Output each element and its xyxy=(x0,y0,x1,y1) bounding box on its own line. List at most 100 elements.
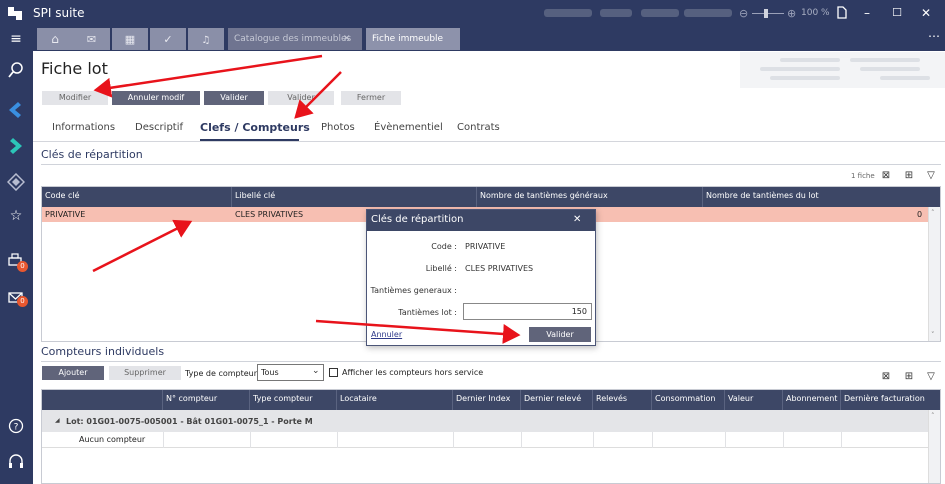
cles-dialog: Clés de répartition ✕ Code : PRIVATIVE L… xyxy=(366,209,596,346)
col-dernier-releve[interactable]: Dernier relevé xyxy=(521,390,593,410)
hors-service-checkbox[interactable] xyxy=(329,368,338,377)
add-row-icon[interactable]: ⊞ xyxy=(903,371,915,382)
tab-informations[interactable]: Informations xyxy=(52,122,115,133)
dialog-valider-button[interactable]: Valider xyxy=(529,327,591,342)
type-compteur-label: Type de compteur : xyxy=(185,369,263,378)
app-name: SPI suite xyxy=(33,6,85,20)
col-dernier-index[interactable]: Dernier Index xyxy=(453,390,521,410)
search-icon[interactable] xyxy=(7,61,25,79)
filter-icon[interactable]: ▽ xyxy=(925,371,937,382)
favorites-star-icon[interactable]: ☆ xyxy=(7,207,25,225)
col-numero[interactable]: N° compteur xyxy=(163,390,250,410)
zoom-slider-thumb[interactable] xyxy=(764,9,768,18)
col-abonnement[interactable]: Abonnement xyxy=(783,390,841,410)
col-locataire[interactable]: Locataire xyxy=(337,390,453,410)
left-nav: ≡ ☆ 0 0 ? xyxy=(0,27,33,484)
module-right-icon[interactable] xyxy=(7,137,25,155)
tabs-divider xyxy=(33,141,945,142)
page-title: Fiche lot xyxy=(41,59,108,78)
col-releves[interactable]: Relevés xyxy=(593,390,652,410)
tab-descriptif[interactable]: Descriptif xyxy=(135,122,183,133)
col-valeur[interactable]: Valeur xyxy=(725,390,783,410)
document-icon[interactable] xyxy=(837,6,847,19)
blurred-user-info xyxy=(544,9,592,17)
module-left-icon[interactable] xyxy=(7,101,25,119)
collapse-icon[interactable]: ◢ xyxy=(55,417,60,424)
compteurs-section-title: Compteurs individuels xyxy=(41,345,165,358)
close-window-button[interactable]: ✕ xyxy=(916,4,936,22)
tantiemes-lot-input[interactable]: 150 xyxy=(463,303,592,320)
zoom-out-icon[interactable]: ⊖ xyxy=(739,7,748,20)
support-headset-icon[interactable] xyxy=(7,453,25,471)
bell-icon: ♫ xyxy=(201,35,211,46)
cles-scrollbar[interactable]: ˄ ˅ xyxy=(928,207,940,341)
cles-grid-header: Code clé Libellé clé Nombre de tantièmes… xyxy=(42,187,940,207)
tab-notifications[interactable]: ♫ xyxy=(188,28,224,50)
tab-contrats[interactable]: Contrats xyxy=(457,122,500,133)
tab-clefs-compteurs[interactable]: Clefs / Compteurs xyxy=(200,121,310,134)
tab-tasks[interactable]: ✓ xyxy=(150,28,186,50)
code-value: PRIVATIVE xyxy=(465,242,506,251)
blurred-date xyxy=(641,9,679,17)
dialog-title: Clés de répartition xyxy=(371,214,464,225)
supprimer-button[interactable]: Supprimer xyxy=(109,366,181,380)
col-type[interactable]: Type compteur xyxy=(250,390,337,410)
app-logo-icon xyxy=(8,7,22,20)
minimize-button[interactable]: – xyxy=(857,4,877,22)
annuler-link[interactable]: Annuler xyxy=(371,330,402,339)
col-tantiemes-lot[interactable]: Nombre de tantièmes du lot xyxy=(703,187,940,207)
tab-fiche-immeuble-label: Fiche immeuble xyxy=(372,34,444,44)
compteurs-scrollbar[interactable]: ˄ xyxy=(928,410,940,483)
tantiemes-lot-value: 150 xyxy=(571,307,587,316)
chevron-down-icon: ⌄ xyxy=(312,366,320,376)
ajouter-button[interactable]: Ajouter xyxy=(42,366,104,380)
mail-badge: 0 xyxy=(17,296,28,307)
filter-icon[interactable]: ▽ xyxy=(925,170,937,181)
tab-fiche-immeuble[interactable]: Fiche immeuble xyxy=(366,28,460,50)
more-tabs-icon[interactable]: ⋯ xyxy=(928,29,940,43)
calendar-icon: ▦ xyxy=(124,33,136,46)
title-bar: SPI suite ⊖ ⊕ 100 % – ☐ ✕ xyxy=(0,0,945,27)
valider-button-dark[interactable]: Valider xyxy=(204,91,264,105)
svg-text:?: ? xyxy=(14,423,19,433)
scroll-down-icon[interactable]: ˅ xyxy=(931,331,935,339)
col-libelle-cle[interactable]: Libellé clé xyxy=(232,187,477,207)
col-code-cle[interactable]: Code clé xyxy=(42,187,232,207)
zoom-slider[interactable] xyxy=(752,13,784,14)
tab-photos[interactable]: Photos xyxy=(321,122,355,133)
home-icon: ⌂ xyxy=(51,32,59,46)
row-libelle: CLES PRIVATIVES xyxy=(235,210,304,219)
fermer-button[interactable]: Fermer xyxy=(341,91,401,105)
help-icon[interactable]: ? xyxy=(7,417,25,435)
annuler-modif-button[interactable]: Annuler modif xyxy=(112,91,200,105)
export-excel-icon[interactable]: ⊠ xyxy=(880,371,892,382)
tab-home[interactable]: ⌂ xyxy=(37,28,73,50)
add-row-icon[interactable]: ⊞ xyxy=(903,170,915,181)
col-expand xyxy=(42,390,163,410)
col-derniere-facturation[interactable]: Dernière facturation xyxy=(841,390,940,410)
scroll-up-icon[interactable]: ˄ xyxy=(931,209,935,217)
tab-mail[interactable]: ✉ xyxy=(73,28,110,50)
module-diamond-icon[interactable] xyxy=(7,173,25,191)
cles-section-title: Clés de répartition xyxy=(41,148,143,161)
tab-evenementiel[interactable]: Évènementiel xyxy=(374,122,443,133)
modifier-button[interactable]: Modifier xyxy=(42,91,108,105)
valider-button-light[interactable]: Valider xyxy=(268,91,334,105)
type-compteur-select[interactable]: Tous ⌄ xyxy=(257,364,324,381)
blurred-status xyxy=(684,9,732,17)
col-consommation[interactable]: Consommation xyxy=(652,390,725,410)
dialog-close-icon[interactable]: ✕ xyxy=(573,214,581,225)
scroll-up-icon[interactable]: ˄ xyxy=(931,412,935,420)
close-tab-icon[interactable]: ✕ xyxy=(343,28,351,50)
export-excel-icon[interactable]: ⊠ xyxy=(880,170,892,181)
tab-calendar[interactable]: ▦ xyxy=(112,28,148,50)
maximize-button[interactable]: ☐ xyxy=(887,4,907,22)
menu-icon[interactable]: ≡ xyxy=(7,30,25,48)
group-row[interactable]: ◢ Lot: 01G01-0075-005001 - Bât 01G01-007… xyxy=(42,410,928,432)
compteurs-grid: N° compteur Type compteur Locataire Dern… xyxy=(41,389,941,484)
cles-section-divider xyxy=(41,164,941,165)
tab-catalogue[interactable]: Catalogue des immeubles ✕ xyxy=(228,28,362,50)
zoom-in-icon[interactable]: ⊕ xyxy=(787,7,796,20)
col-tantiemes-generaux[interactable]: Nombre de tantièmes généraux xyxy=(477,187,703,207)
generaux-label: Tantièmes generaux : xyxy=(370,286,457,295)
